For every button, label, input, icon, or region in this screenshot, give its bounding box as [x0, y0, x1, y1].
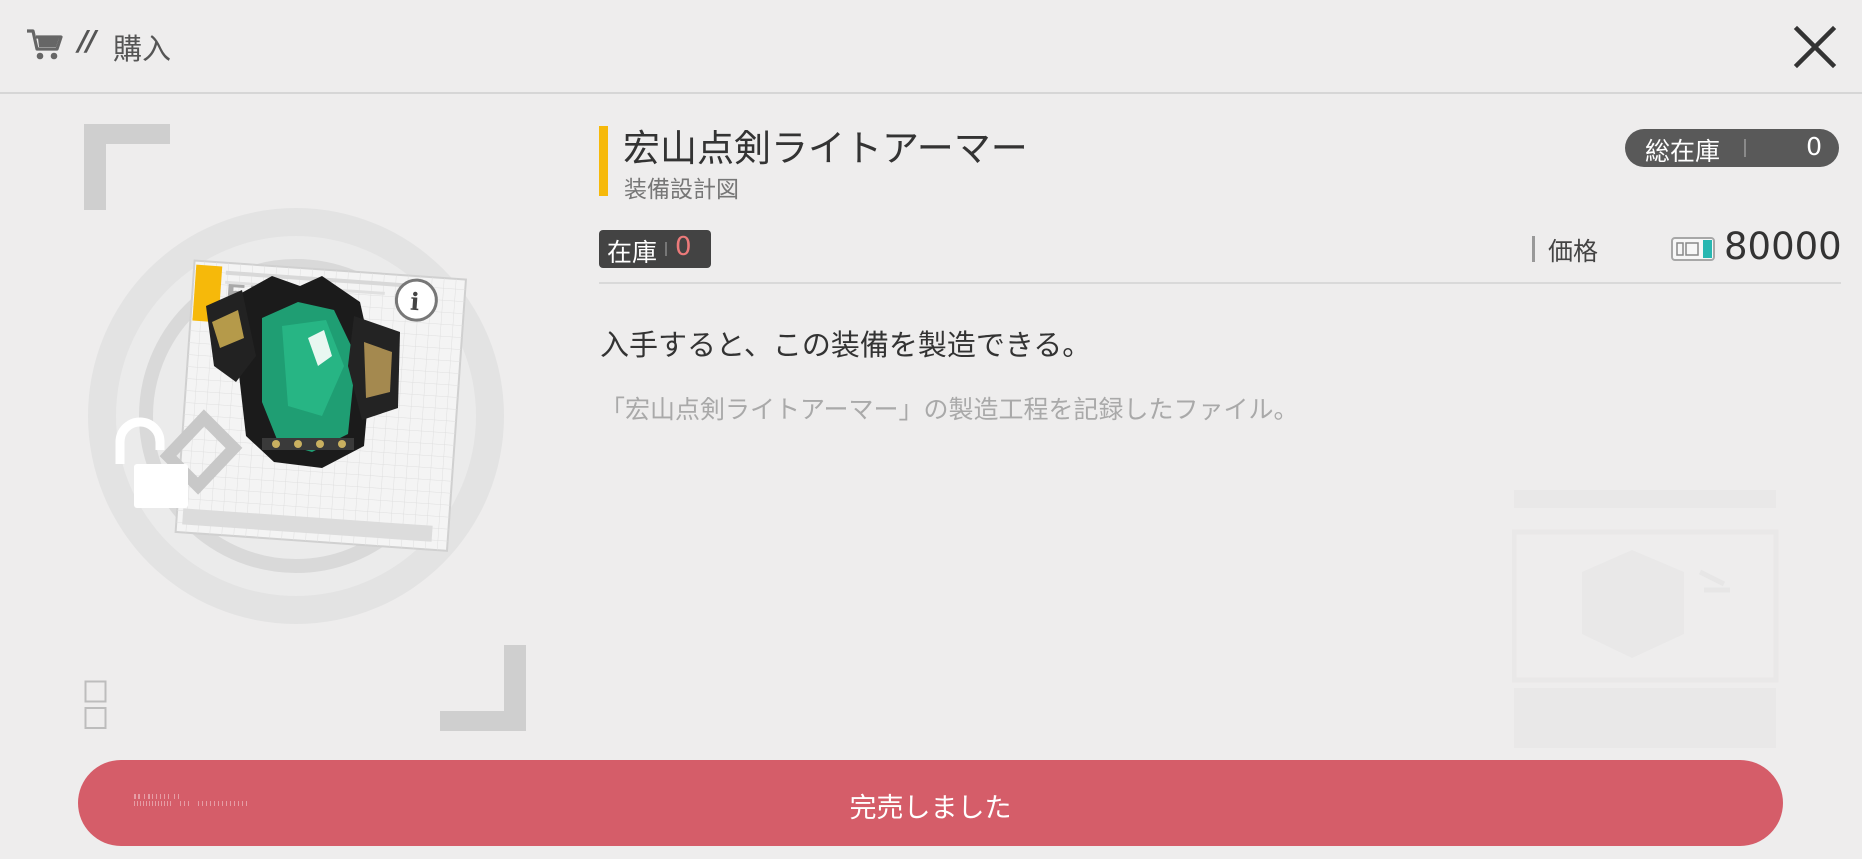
item-type: 装備設計図 — [624, 177, 739, 203]
price-label: 価格 — [1548, 237, 1599, 266]
stock-value: 0 — [675, 232, 692, 262]
divider — [599, 282, 1841, 284]
page-indicator-squares — [84, 680, 107, 729]
item-lore: 「宏山点剣ライトアーマー」の製造工程を記録したファイル。 — [600, 395, 1299, 424]
top-bar: // 購入 — [0, 0, 1862, 94]
title-accent-bar — [599, 126, 608, 196]
item-image: 52 i — [88, 208, 504, 624]
total-stock-label: 総在庫 — [1645, 137, 1721, 166]
total-stock-badge: 総在庫 0 — [1625, 129, 1839, 167]
sold-out-button-label: 完売しました — [849, 793, 1012, 824]
total-stock-value: 0 — [1806, 132, 1822, 161]
item-description: 入手すると、この装備を製造できる。 — [600, 328, 1092, 362]
currency-card-icon — [1671, 237, 1715, 261]
frame-corner-top-left — [84, 124, 170, 210]
stock-separator — [665, 242, 667, 256]
item-name: 宏山点剣ライトアーマー — [623, 127, 1028, 170]
stock-badge: 在庫 0 — [599, 230, 711, 268]
title-slashes: // — [78, 24, 97, 57]
close-icon[interactable] — [1792, 24, 1838, 70]
price-value: 80000 — [1724, 225, 1842, 268]
sold-out-button[interactable]: 完売しました — [78, 760, 1783, 846]
total-stock-separator — [1744, 139, 1746, 157]
cart-icon — [27, 29, 63, 60]
stock-label: 在庫 — [607, 238, 658, 267]
frame-corner-bottom-right — [440, 645, 526, 731]
price-separator — [1532, 236, 1535, 262]
background-watermark — [1512, 490, 1779, 748]
page-title: 購入 — [113, 32, 172, 66]
